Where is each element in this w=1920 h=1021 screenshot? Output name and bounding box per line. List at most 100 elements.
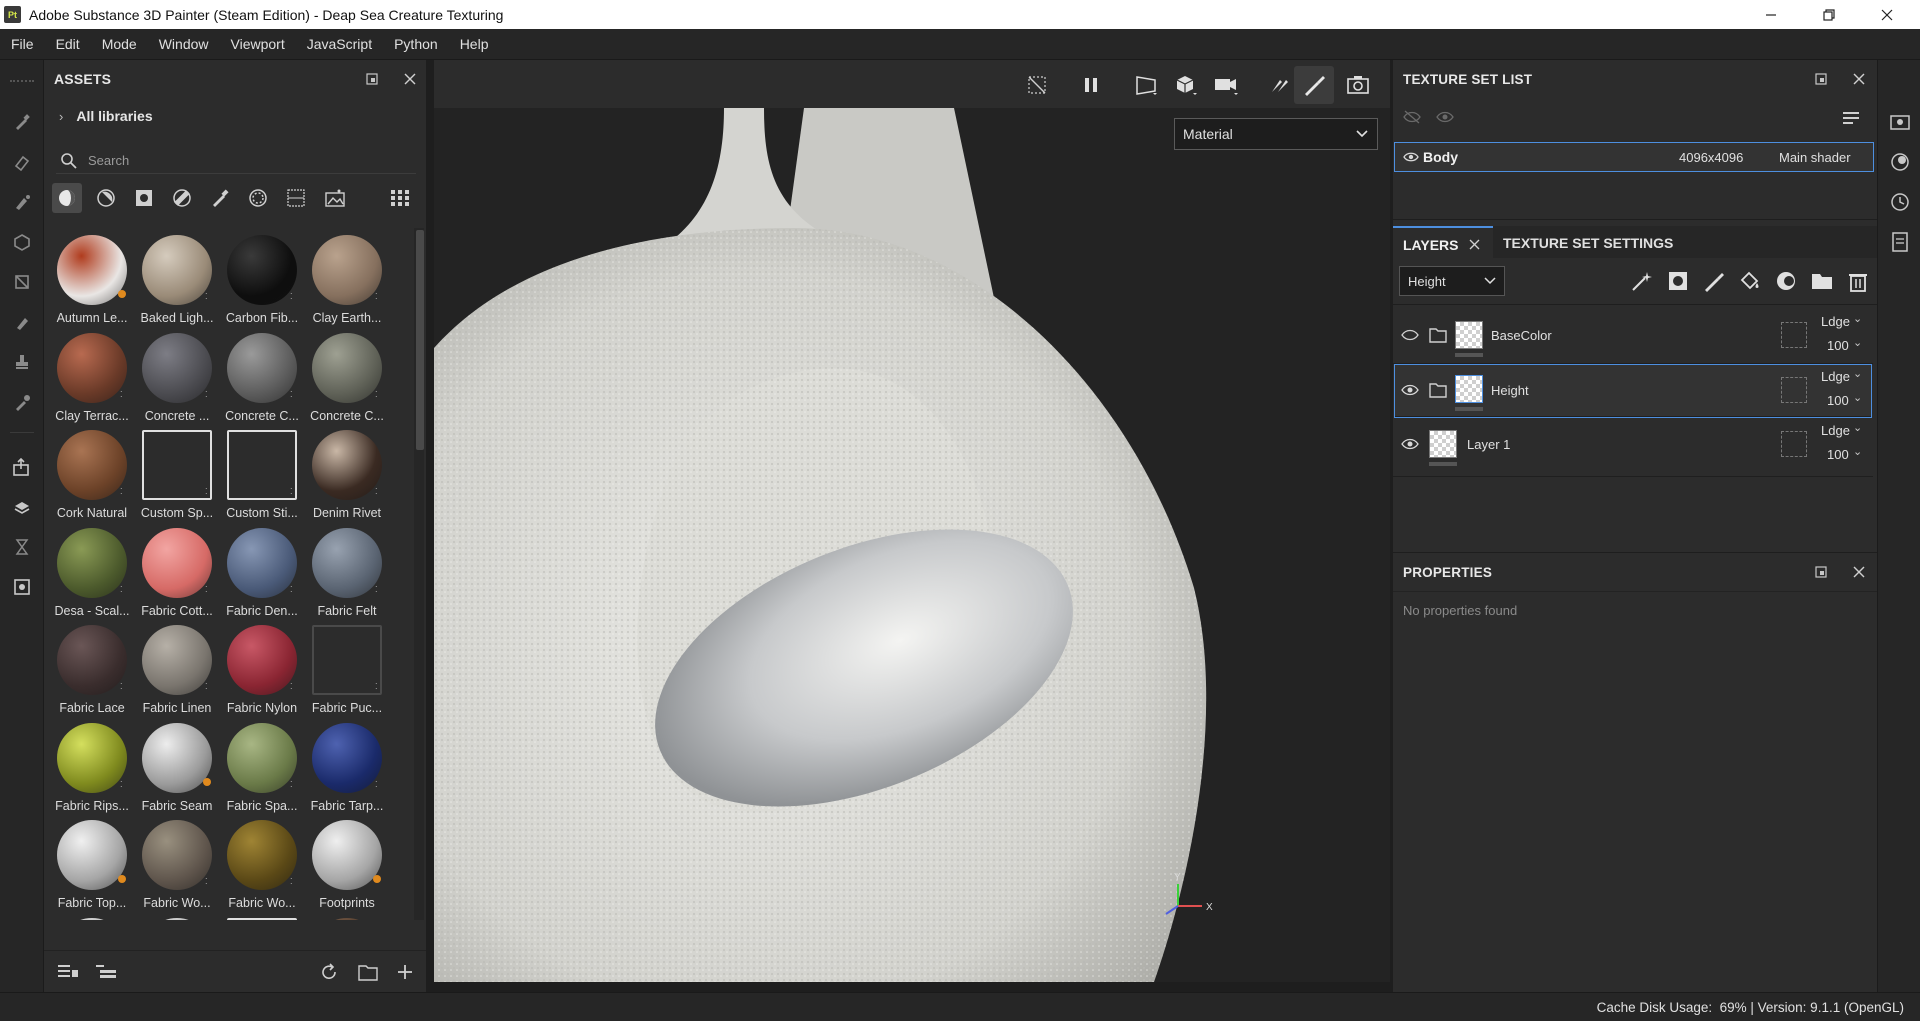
asset-tile[interactable]: ⁚ Clay Earth... (305, 230, 389, 326)
assets-search[interactable]: Search (56, 148, 416, 174)
properties-float-button[interactable] (1813, 564, 1829, 580)
environment-icon[interactable] (325, 189, 345, 207)
trash-icon[interactable] (1847, 270, 1869, 292)
close-icon[interactable] (1469, 239, 1480, 250)
show-all-icon[interactable] (1436, 110, 1454, 124)
asset-tile[interactable]: ⁚ Fabric Lace (50, 620, 134, 716)
gradient-icon[interactable] (173, 189, 191, 207)
asset-tile[interactable]: ⁚ Fabric Wo... (135, 815, 219, 911)
geometry-mask-tool[interactable] (10, 230, 34, 254)
settings-shelf-button[interactable] (1888, 110, 1912, 134)
menu-mode[interactable]: Mode (91, 36, 148, 52)
close-window-button[interactable] (1858, 0, 1916, 29)
mask-icon[interactable] (1667, 270, 1689, 292)
display-settings-tool[interactable] (10, 575, 34, 599)
refresh-icon[interactable] (320, 963, 338, 981)
history-button[interactable] (1888, 190, 1912, 214)
fill-icon[interactable] (1739, 270, 1761, 292)
assets-scrollbar-thumb[interactable] (416, 230, 424, 450)
asset-tile[interactable]: ⁚ Baked Ligh... (135, 230, 219, 326)
asset-tile[interactable]: ⁚ (135, 913, 219, 920)
menu-javascript[interactable]: JavaScript (296, 36, 383, 52)
assets-close-button[interactable] (402, 71, 418, 87)
layer-mask-slot[interactable] (1781, 431, 1807, 457)
asset-tile[interactable]: ⁚ Custom Sp... (135, 425, 219, 521)
layer-opacity[interactable]: 100 (1827, 393, 1849, 408)
iray-tool[interactable] (10, 535, 34, 559)
asset-tile[interactable]: ⁚ Desa - Scal... (50, 523, 134, 619)
clone-tool[interactable] (10, 350, 34, 374)
menu-viewport[interactable]: Viewport (220, 36, 296, 52)
asset-tile[interactable]: ⁚ (50, 913, 134, 920)
search-input[interactable]: Search (88, 153, 129, 168)
menu-edit[interactable]: Edit (45, 36, 91, 52)
display-mode-button[interactable] (1174, 72, 1200, 98)
asset-tile[interactable]: ⁚ Fabric Linen (135, 620, 219, 716)
color-picker-tool[interactable] (10, 390, 34, 414)
grid-view-icon[interactable] (390, 189, 410, 207)
eye-icon[interactable] (1401, 437, 1419, 451)
perspective-button[interactable] (1134, 72, 1160, 98)
mask-icon[interactable] (135, 189, 153, 207)
brush-icon[interactable] (211, 189, 229, 207)
effect-icon[interactable] (1631, 270, 1653, 292)
environment-button[interactable] (1888, 150, 1912, 174)
minimize-button[interactable] (1742, 0, 1800, 29)
asset-tile[interactable]: ⁚ Concrete C... (305, 328, 389, 424)
procedural-icon[interactable] (287, 189, 305, 207)
layer-mask-slot[interactable] (1781, 377, 1807, 403)
asset-tile[interactable]: ⁚ Fabric Felt (305, 523, 389, 619)
layer-opacity[interactable]: 100 (1827, 338, 1849, 353)
folder-icon[interactable] (1811, 270, 1833, 292)
bake-tool[interactable] (10, 495, 34, 519)
layer-row-layer-1[interactable]: Layer 1 Ldge ⌄ 100 ⌄ (1393, 419, 1873, 477)
asset-tile[interactable]: ⁚ Carbon Fib... (220, 230, 304, 326)
screenshot-button[interactable] (1345, 72, 1371, 98)
paint-icon[interactable] (1703, 270, 1725, 292)
smart-mask-icon[interactable] (1775, 270, 1797, 292)
asset-tile[interactable]: ⁚ Fabric Wo... (220, 815, 304, 911)
asset-tile[interactable]: Fabric Seam (135, 718, 219, 814)
layer-blend-mode[interactable]: Ldge (1821, 314, 1850, 329)
asset-tile[interactable]: Autumn Le... (50, 230, 134, 326)
channel-dropdown[interactable]: Height (1399, 266, 1505, 296)
asset-tile[interactable]: ⁚ Fabric Rips... (50, 718, 134, 814)
texture-set-close-button[interactable] (1851, 71, 1867, 87)
asset-tile[interactable]: ⁚ Fabric Spa... (220, 718, 304, 814)
breadcrumb[interactable]: › All libraries (50, 98, 420, 134)
layer-blend-mode[interactable]: Ldge (1821, 369, 1850, 384)
restore-button[interactable] (1800, 0, 1858, 29)
asset-tile[interactable]: ⁚ Fabric Puc... (305, 620, 389, 716)
tab-layers[interactable]: LAYERS (1393, 226, 1493, 258)
layer-row-height[interactable]: Height Ldge ⌄ 100 ⌄ (1394, 364, 1872, 418)
list-view-icon[interactable] (58, 964, 78, 980)
asset-tile[interactable]: ⁚ (305, 913, 389, 920)
creature-model-render[interactable]: Y X (434, 108, 1390, 982)
projection-tool[interactable] (10, 190, 34, 214)
layer-blend-mode[interactable]: Ldge (1821, 423, 1850, 438)
pause-button[interactable] (1078, 72, 1104, 98)
eye-icon[interactable] (1403, 151, 1419, 163)
assets-scrollbar-track[interactable] (414, 228, 424, 920)
asset-tile[interactable]: ⁚ Concrete C... (220, 328, 304, 424)
asset-tile[interactable]: ⁚ Custom Sti... (220, 425, 304, 521)
menu-help[interactable]: Help (449, 36, 500, 52)
log-button[interactable] (1888, 230, 1912, 254)
material-ball-icon[interactable] (58, 189, 76, 207)
eye-closed-icon[interactable] (1401, 328, 1419, 342)
asset-tile[interactable]: ⁚ Fabric Tarp... (305, 718, 389, 814)
asset-tile[interactable]: ⁚ Clay Terrac... (50, 328, 134, 424)
asset-tile[interactable]: ⁚ (220, 913, 304, 920)
menu-window[interactable]: Window (148, 36, 220, 52)
selection-tool[interactable] (10, 270, 34, 294)
hide-ui-button[interactable] (1024, 72, 1050, 98)
alpha-icon[interactable] (249, 189, 267, 207)
menu-file[interactable]: File (0, 36, 45, 52)
menu-python[interactable]: Python (383, 36, 449, 52)
layer-opacity[interactable]: 100 (1827, 447, 1849, 462)
layer-row-basecolor[interactable]: BaseColor Ldge ⌄ 100 ⌄ (1393, 306, 1873, 364)
paint-tool[interactable] (10, 110, 34, 134)
add-icon[interactable] (396, 963, 414, 981)
layer-mask-slot[interactable] (1781, 322, 1807, 348)
camera-button[interactable] (1214, 72, 1240, 98)
